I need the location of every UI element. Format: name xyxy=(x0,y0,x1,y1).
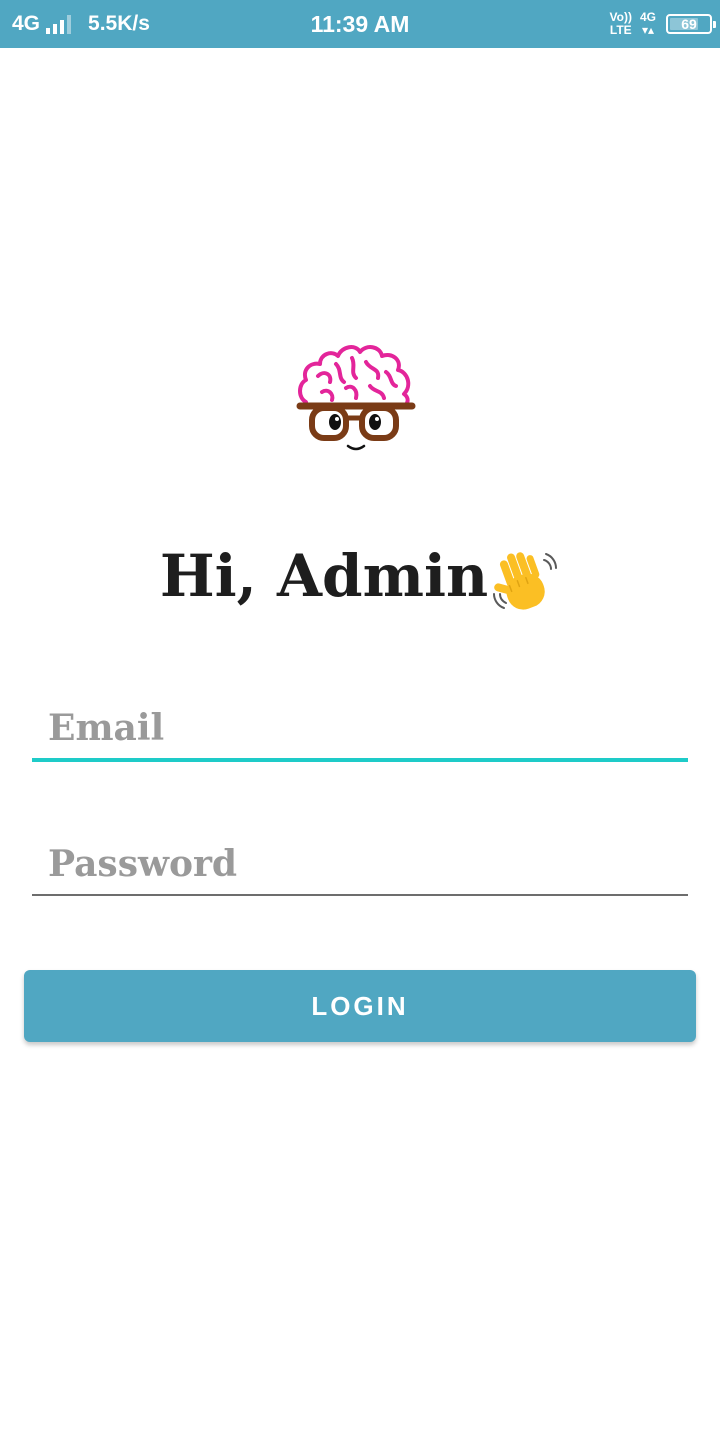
status-bar-right: Vo)) LTE 4G ▾▴ 69 xyxy=(609,0,716,48)
login-screen: 4G 5.5K/s 11:39 AM Vo)) LTE 4G ▾▴ 69 Hi,… xyxy=(0,0,720,1440)
password-field-container xyxy=(32,834,688,896)
email-field-container xyxy=(32,698,688,762)
login-button[interactable]: LOGIN xyxy=(24,970,696,1042)
greeting-title: Hi, Admin xyxy=(0,540,720,616)
email-input[interactable] xyxy=(32,698,688,758)
password-underline xyxy=(32,894,688,896)
waving-hand-icon xyxy=(493,552,558,610)
brain-with-glasses-icon xyxy=(296,345,416,451)
greeting-text: Hi, Admin xyxy=(159,542,489,610)
status-bar: 4G 5.5K/s 11:39 AM Vo)) LTE 4G ▾▴ 69 xyxy=(0,0,720,48)
password-input[interactable] xyxy=(32,834,688,894)
mobile-data-icon: 4G ▾▴ xyxy=(639,10,656,37)
battery-icon: 69 xyxy=(666,14,716,34)
volte-icon: Vo)) LTE xyxy=(609,10,632,37)
battery-level: 69 xyxy=(681,16,697,32)
email-underline xyxy=(32,758,688,762)
